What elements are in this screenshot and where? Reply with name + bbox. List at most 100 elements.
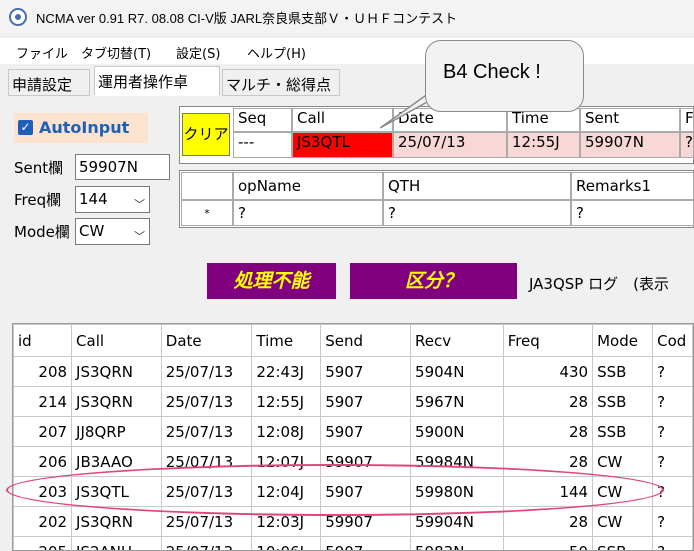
- log-header-code: Cod: [652, 324, 693, 357]
- entry-header-f: F: [680, 108, 694, 132]
- log-cell-id[interactable]: 202: [13, 506, 73, 537]
- op-remarks1-field[interactable]: ?: [571, 200, 694, 226]
- mode-value: CW: [79, 222, 105, 240]
- log-cell-id[interactable]: 214: [13, 386, 73, 417]
- op-corner-cell: [181, 172, 233, 200]
- log-header-time: Time: [251, 324, 322, 357]
- log-cell-call[interactable]: JS3QRN: [71, 356, 162, 387]
- chevron-down-icon: ﹀: [134, 230, 145, 243]
- log-cell-mode[interactable]: CW: [592, 446, 654, 477]
- log-cell-send[interactable]: 5907: [320, 416, 412, 447]
- log-title: JA3QSP ログ (表示: [529, 275, 669, 293]
- auto-input-checkbox[interactable]: ✓: [18, 120, 33, 135]
- entry-header-sent: Sent: [580, 108, 680, 132]
- op-header-qth: QTH: [383, 172, 571, 200]
- entry-header-call: Call: [292, 108, 393, 132]
- freq-label: Freq欄: [14, 191, 62, 209]
- log-table[interactable]: id Call Date Time Send Recv Freq Mode Co…: [12, 323, 694, 551]
- log-cell-time[interactable]: 12:08J: [251, 416, 322, 447]
- freq-dropdown[interactable]: 144 ﹀: [75, 186, 150, 213]
- log-cell-time[interactable]: 22:43J: [251, 356, 322, 387]
- log-cell-time[interactable]: 10:06J: [251, 536, 322, 550]
- tab-multi-total-score[interactable]: マルチ・総得点: [222, 69, 340, 96]
- highlight-ellipse: [6, 464, 664, 516]
- cannot-process-button[interactable]: 処理不能: [207, 263, 336, 299]
- log-cell-code[interactable]: ?: [652, 446, 693, 477]
- op-header-remarks1: Remarks1: [571, 172, 694, 200]
- mode-label: Mode欄: [14, 223, 70, 241]
- log-cell-id[interactable]: 205: [13, 536, 73, 550]
- log-cell-send[interactable]: 5907: [320, 356, 412, 387]
- log-cell-date[interactable]: 25/07/13: [160, 416, 253, 447]
- log-cell-mode[interactable]: SSB: [592, 416, 654, 447]
- sent-label: Sent欄: [14, 159, 64, 177]
- log-cell-call[interactable]: JS3QRN: [71, 386, 162, 417]
- log-cell-code[interactable]: ?: [652, 536, 693, 550]
- tab-operator-console[interactable]: 運用者操作卓: [94, 66, 220, 96]
- category-button[interactable]: 区分？: [350, 263, 517, 299]
- log-cell-date[interactable]: 25/07/13: [160, 356, 253, 387]
- entry-time[interactable]: 12:55J: [507, 132, 580, 158]
- tab-application-settings[interactable]: 申請設定: [8, 69, 90, 96]
- app-icon: [9, 8, 27, 26]
- sent-field[interactable]: 59907N: [75, 154, 170, 180]
- log-header-date: Date: [160, 324, 253, 357]
- auto-input-label: AutoInput: [39, 118, 130, 137]
- log-cell-recv[interactable]: 5967N: [410, 386, 504, 417]
- entry-call[interactable]: JS3QTL: [292, 132, 393, 158]
- log-cell-code[interactable]: ?: [652, 386, 693, 417]
- clear-button[interactable]: クリア: [182, 113, 230, 156]
- log-cell-freq[interactable]: 50: [502, 536, 594, 550]
- log-cell-send[interactable]: 5907: [320, 386, 412, 417]
- log-cell-id[interactable]: 207: [13, 416, 73, 447]
- log-cell-freq[interactable]: 28: [502, 416, 594, 447]
- log-cell-call[interactable]: JJ8QRP: [71, 416, 162, 447]
- entry-sent[interactable]: 59907N: [580, 132, 680, 158]
- log-cell-date[interactable]: 25/07/13: [160, 386, 253, 417]
- window-title: NCMA ver 0.91 R7. 08.08 CI-V版 JARL奈良県支部Ｖ…: [36, 11, 458, 26]
- callout-text: B4 Check !: [443, 61, 541, 83]
- table-row[interactable]: 207 JJ8QRP 25/07/13 12:08J 5907 5900N 28 SSB?: [13, 416, 693, 447]
- op-header-opname: opName: [233, 172, 383, 200]
- log-cell-mode[interactable]: CW: [592, 506, 654, 537]
- log-header-id: id: [13, 324, 73, 357]
- log-header-freq: Freq: [502, 324, 594, 357]
- op-qth-field[interactable]: ?: [383, 200, 571, 226]
- log-cell-id[interactable]: 208: [13, 356, 73, 387]
- log-cell-code[interactable]: ?: [652, 356, 693, 387]
- log-cell-freq[interactable]: 28: [502, 386, 594, 417]
- log-cell-mode[interactable]: SSB: [592, 356, 654, 387]
- log-cell-call[interactable]: JS2ANU: [71, 536, 162, 550]
- entry-f[interactable]: ?: [680, 132, 694, 158]
- op-row-marker: *: [181, 200, 233, 226]
- menu-tab-switch[interactable]: タブ切替(T): [81, 43, 151, 62]
- chevron-down-icon: ﹀: [134, 198, 145, 211]
- mode-dropdown[interactable]: CW ﹀: [75, 218, 150, 245]
- table-row[interactable]: 214 JS3QRN 25/07/13 12:55J 5907 5967N 28 SSB?: [13, 386, 693, 417]
- menu-help[interactable]: ヘルプ(H): [247, 43, 306, 62]
- log-cell-mode[interactable]: SSB: [592, 386, 654, 417]
- log-cell-recv[interactable]: 5900N: [410, 416, 504, 447]
- log-cell-code[interactable]: ?: [652, 416, 693, 447]
- log-header-call: Call: [71, 324, 162, 357]
- op-opname-field[interactable]: ?: [233, 200, 383, 226]
- entry-date[interactable]: 25/07/13: [393, 132, 507, 158]
- log-header-recv: Recv: [410, 324, 504, 357]
- freq-value: 144: [79, 190, 108, 208]
- log-cell-date[interactable]: 25/07/13: [160, 536, 253, 550]
- log-header-send: Send: [320, 324, 412, 357]
- menu-settings[interactable]: 設定(S): [176, 43, 220, 62]
- log-cell-time[interactable]: 12:55J: [251, 386, 322, 417]
- log-cell-mode[interactable]: SSB: [592, 536, 654, 550]
- log-cell-recv[interactable]: 5904N: [410, 356, 504, 387]
- log-cell-freq[interactable]: 430: [502, 356, 594, 387]
- log-cell-recv[interactable]: 5983N: [410, 536, 504, 550]
- menu-file[interactable]: ファイル: [16, 43, 68, 62]
- table-row[interactable]: 208 JS3QRN 25/07/13 22:43J 5907 5904N 430 SSB?: [13, 356, 693, 387]
- entry-seq[interactable]: ---: [233, 132, 292, 158]
- log-cell-send[interactable]: 5907: [320, 536, 412, 550]
- log-header-mode: Mode: [592, 324, 654, 357]
- log-cell-id[interactable]: 206: [13, 446, 73, 477]
- log-cell-code[interactable]: ?: [652, 506, 693, 537]
- table-row[interactable]: 205JS2ANU25/07/1310:06J59075983N50SSB?: [13, 536, 693, 550]
